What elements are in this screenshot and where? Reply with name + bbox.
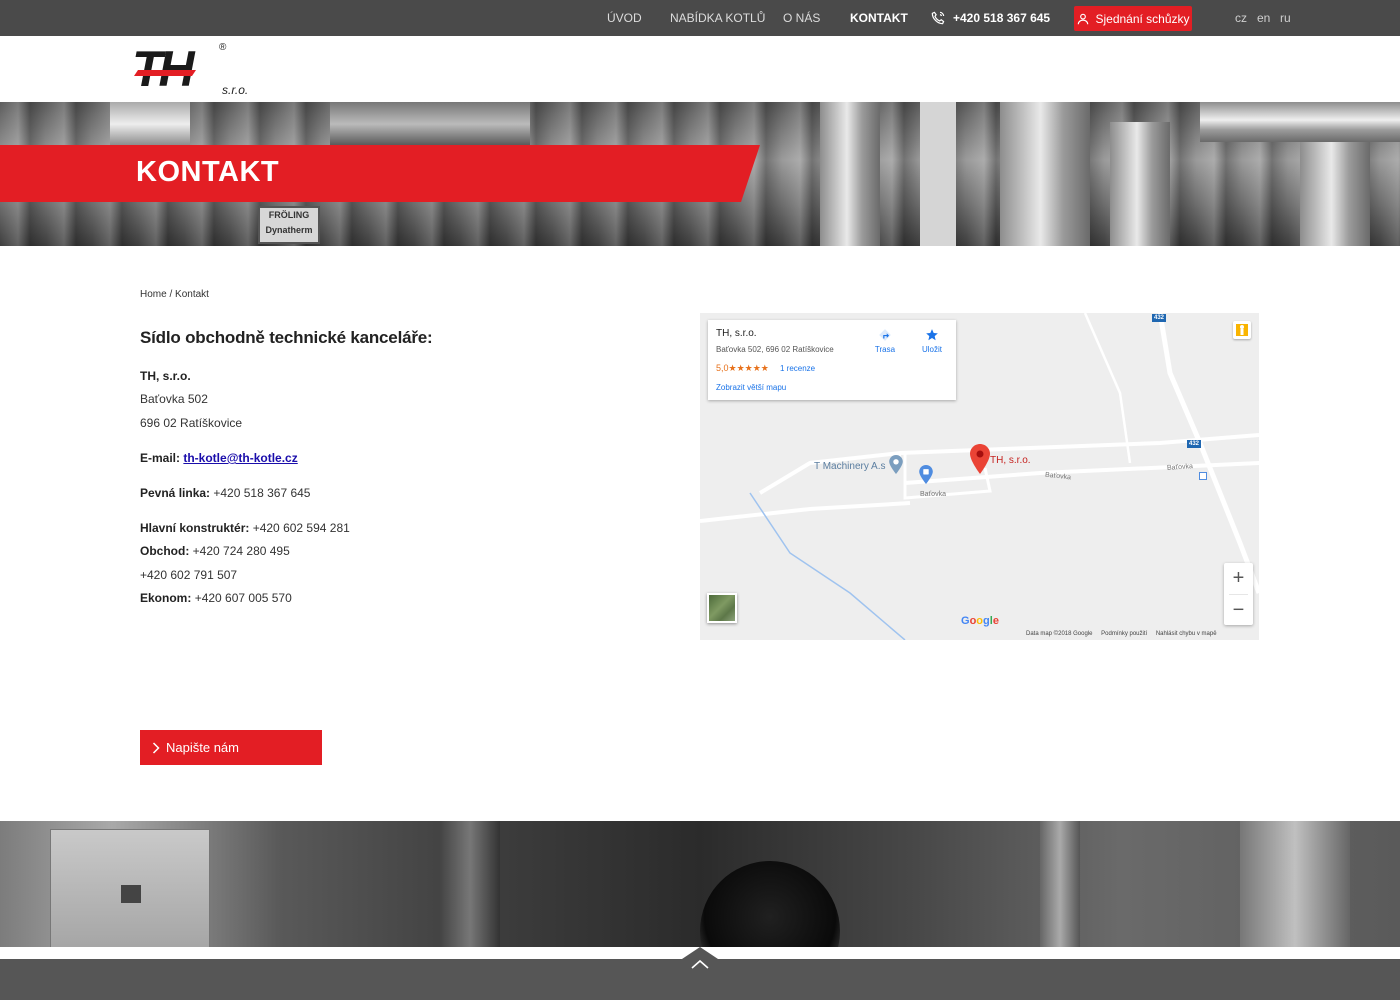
landline-label: Pevná linka: xyxy=(140,486,211,500)
map-card-address: Baťovka 502, 696 02 Ratíškovice xyxy=(716,345,834,354)
map-bigger-link[interactable]: Zobrazit větší mapu xyxy=(716,383,786,392)
lang-ru[interactable]: ru xyxy=(1280,0,1291,36)
scroll-to-top-button[interactable] xyxy=(682,944,718,984)
designer-number: +420 602 594 281 xyxy=(252,521,350,535)
road-shield-1: 432 xyxy=(1152,314,1166,322)
road-label-1: Baťovka xyxy=(920,491,946,498)
map-footer-report[interactable]: Nahlásit chybu v mapě xyxy=(1156,631,1217,637)
city: 696 02 Ratíškovice xyxy=(140,416,243,430)
bus-stop-icon[interactable] xyxy=(919,465,933,484)
breadcrumb: Home / Kontakt xyxy=(140,289,209,300)
street: Baťovka 502 xyxy=(140,392,208,406)
hero-sign-line1: FRÖLING xyxy=(268,210,310,220)
map-card-reviews[interactable]: 1 recenze xyxy=(780,364,815,373)
designer-row: Hlavní konstruktér: +420 602 594 281 xyxy=(140,521,350,535)
map-card-rating: 5,0★★★★★ xyxy=(716,363,769,374)
map-footer: Data map ©2018 Google Podmínky použití N… xyxy=(1026,631,1217,637)
contact-heading: Sídlo obchodně technické kanceláře: xyxy=(140,328,433,347)
star-icon xyxy=(926,329,938,341)
hero-sign: FRÖLING Dynatherm xyxy=(258,206,320,244)
map-zoom-control: + − xyxy=(1224,563,1253,625)
write-us-button[interactable]: Napište nám xyxy=(140,730,322,765)
map-save-button[interactable]: Uložit xyxy=(917,328,947,354)
satellite-toggle[interactable] xyxy=(707,593,737,623)
economist-label: Ekonom: xyxy=(140,591,192,605)
company-name-text: TH, s.r.o. xyxy=(140,369,191,383)
zoom-out-button[interactable]: − xyxy=(1224,595,1253,626)
breadcrumb-current: Kontakt xyxy=(175,289,209,300)
logo-registered: ® xyxy=(219,42,227,53)
meeting-button-label: Sjednání schůzky xyxy=(1095,11,1190,26)
logo[interactable]: TH s.r.o. ® xyxy=(132,40,256,98)
logo-suffix: s.r.o. xyxy=(222,83,248,97)
landline-row: Pevná linka: +420 518 367 645 xyxy=(140,486,310,500)
hero-banner-image: FRÖLING Dynatherm KONTAKT xyxy=(0,102,1400,246)
top-bar: ÚVOD NABÍDKA KOTLŮ O NÁS KONTAKT +420 51… xyxy=(0,0,1400,36)
nav-item-nabidka-kotlu[interactable]: NABÍDKA KOTLŮ xyxy=(670,0,765,36)
hero-sign-line2: Dynatherm xyxy=(265,225,313,235)
footer-image-band xyxy=(0,821,1400,947)
breadcrumb-home[interactable]: Home xyxy=(140,289,167,300)
map-pin-other-label: T Machinery A.s xyxy=(814,461,886,472)
nav-item-uvod[interactable]: ÚVOD xyxy=(607,0,642,36)
lang-cz[interactable]: cz xyxy=(1235,0,1247,36)
sales-label: Obchod: xyxy=(140,544,190,558)
google-logo: Google xyxy=(961,615,999,627)
chevron-right-icon xyxy=(152,741,160,754)
nav-item-o-nas[interactable]: O NÁS xyxy=(783,0,820,36)
hero-title-band xyxy=(0,145,760,202)
map-card-name: TH, s.r.o. xyxy=(716,328,757,339)
google-map[interactable]: 432 432 TH, s.r.o. Baťovka 502, 696 02 R… xyxy=(700,313,1259,640)
page-title: KONTAKT xyxy=(136,156,280,188)
map-route-label: Trasa xyxy=(874,345,896,354)
poi-pin-icon[interactable] xyxy=(889,455,903,474)
logo-bar: TH s.r.o. ® xyxy=(0,36,1400,102)
company-name: TH, s.r.o. xyxy=(140,369,191,383)
economist-number: +420 607 005 570 xyxy=(194,591,292,605)
map-pin-main-label: TH, s.r.o. xyxy=(990,455,1031,466)
header-phone-number: +420 518 367 645 xyxy=(953,11,1051,25)
map-card-stars: ★★★★★ xyxy=(728,363,769,373)
nav-item-kontakt[interactable]: KONTAKT xyxy=(850,0,908,36)
boiler-door-image xyxy=(700,861,840,947)
lang-en[interactable]: en xyxy=(1257,0,1270,36)
directions-icon xyxy=(879,329,891,341)
map-footer-data: Data map ©2018 Google xyxy=(1026,631,1093,637)
road-shield-2: 432 xyxy=(1187,440,1201,448)
map-save-label: Uložit xyxy=(921,345,942,354)
economist-row: Ekonom: +420 607 005 570 xyxy=(140,591,292,605)
breadcrumb-separator: / xyxy=(166,289,176,300)
email-label: E-mail: xyxy=(140,451,181,465)
sales-number-2: +420 602 791 507 xyxy=(140,568,238,582)
phone-icon xyxy=(931,11,945,25)
map-route-button[interactable]: Trasa xyxy=(870,328,900,354)
map-footer-terms[interactable]: Podmínky použití xyxy=(1101,631,1147,637)
user-icon xyxy=(1078,13,1089,24)
logo-mark: TH xyxy=(132,41,196,97)
sales-row: Obchod: +420 724 280 495 xyxy=(140,544,290,558)
meeting-button[interactable]: Sjednání schůzky xyxy=(1074,6,1192,31)
pegman-icon[interactable] xyxy=(1233,321,1251,339)
write-us-label: Napište nám xyxy=(166,740,239,755)
email-row: E-mail: th-kotle@th-kotle.cz xyxy=(140,451,298,465)
designer-label: Hlavní konstruktér: xyxy=(140,521,250,535)
zoom-in-button[interactable]: + xyxy=(1224,563,1253,594)
control-panel-image xyxy=(50,829,210,947)
map-pin-icon[interactable] xyxy=(970,444,990,474)
transit-icon xyxy=(1199,472,1207,480)
header-phone[interactable]: +420 518 367 645 xyxy=(930,0,1050,36)
map-card-rating-value: 5,0 xyxy=(716,363,729,373)
sales-number: +420 724 280 495 xyxy=(192,544,290,558)
map-info-card: TH, s.r.o. Baťovka 502, 696 02 Ratíškovi… xyxy=(708,320,956,400)
email-link[interactable]: th-kotle@th-kotle.cz xyxy=(183,451,297,465)
landline-number: +420 518 367 645 xyxy=(213,486,311,500)
